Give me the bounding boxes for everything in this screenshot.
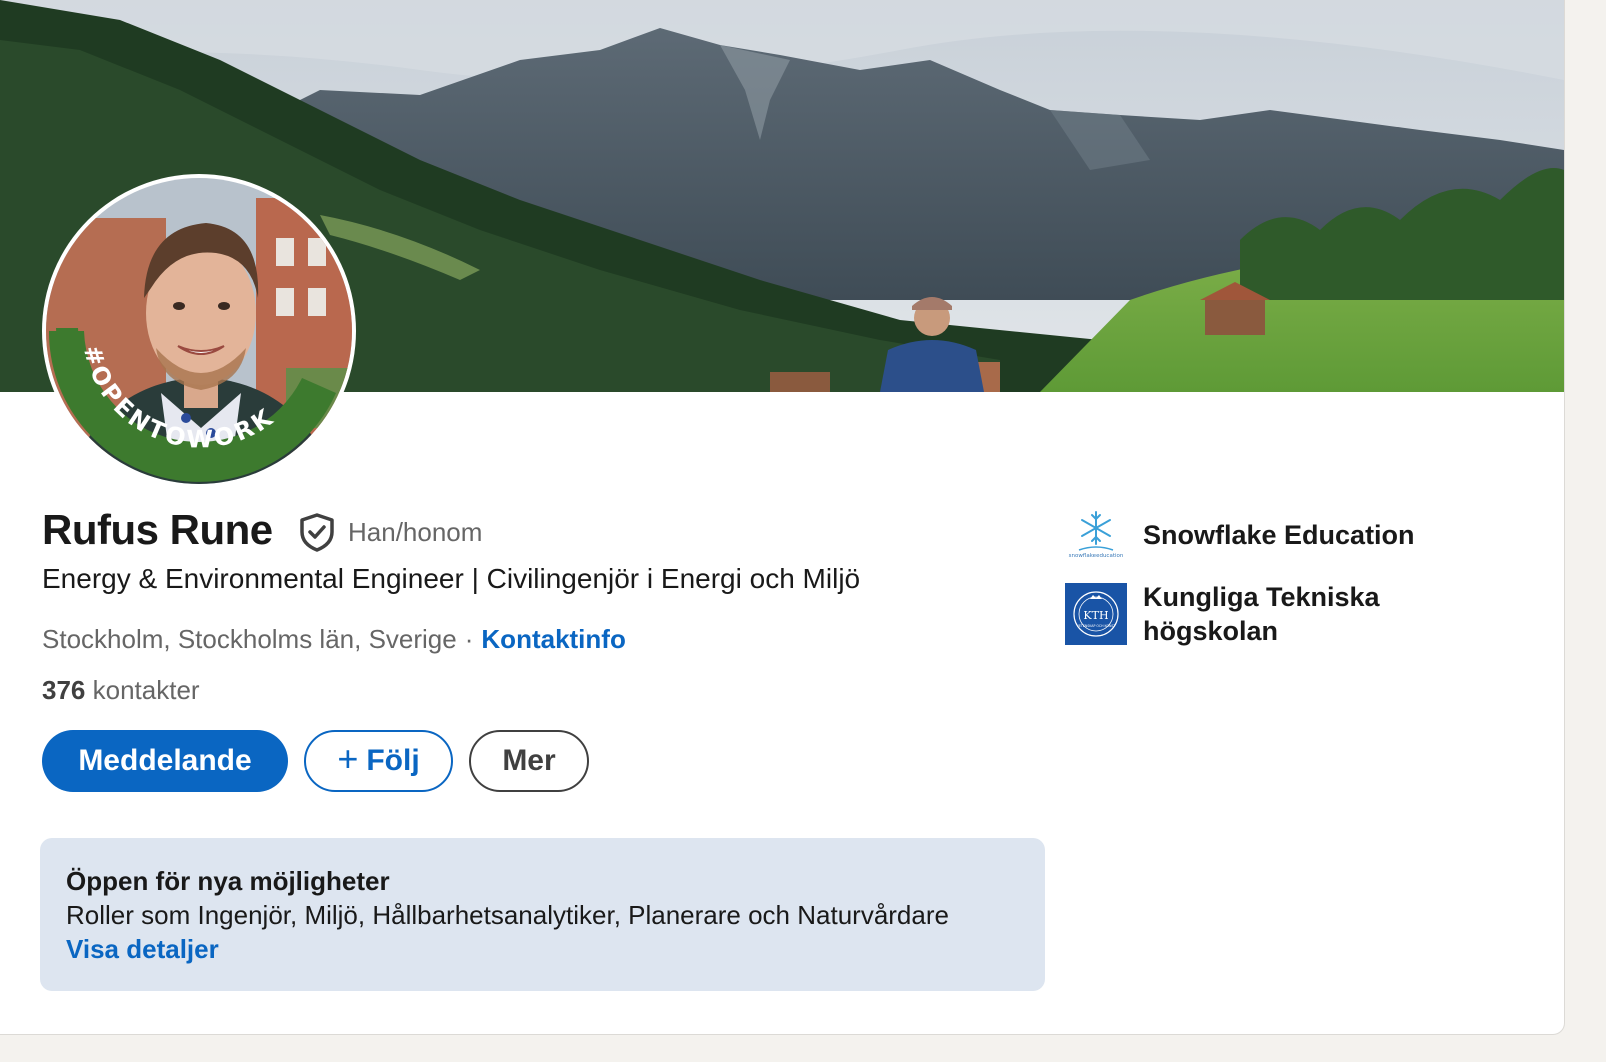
org-name: Snowflake Education [1143, 520, 1415, 550]
open-to-work-title: Öppen för nya möjligheter [66, 866, 390, 896]
more-button[interactable]: Mer [469, 730, 589, 792]
location-row: Stockholm, Stockholms län, Sverige · Konta… [42, 624, 626, 655]
contact-info-link[interactable]: Kontaktinfo [481, 624, 625, 654]
connections-count: 376 [42, 675, 86, 705]
org-snowflake-education[interactable]: snowflakeeducation Snowflake Education [1065, 504, 1415, 566]
profile-name: Rufus Rune [42, 506, 273, 553]
snowflake-education-logo: snowflakeeducation [1065, 504, 1127, 566]
location: Stockholm, Stockholms län, Sverige [42, 624, 457, 654]
connections[interactable]: 376 kontakter [42, 675, 200, 706]
message-button[interactable]: Meddelande [42, 730, 288, 792]
org-name: Kungliga Tekniska högskolan [1143, 582, 1380, 646]
follow-button-label: Följ [366, 744, 420, 777]
message-button-label: Meddelande [78, 744, 252, 777]
profile-photo[interactable]: #OPENTOWORK [42, 174, 356, 488]
org-kth[interactable]: KTH VETENSKAP OCH KONST Kungliga Teknisk… [1065, 580, 1403, 648]
show-details-link[interactable]: Visa detaljer [66, 934, 219, 965]
follow-button[interactable]: + Följ [304, 730, 453, 792]
svg-text:VETENSKAP OCH KONST: VETENSKAP OCH KONST [1077, 624, 1116, 628]
profile-card: #OPENTOWORK Rufus Rune Han/honom Energy … [0, 0, 1565, 1035]
pronouns: Han/honom [348, 517, 483, 547]
headline: Energy & Environmental Engineer | Civili… [42, 563, 861, 594]
svg-text:KTH: KTH [1083, 609, 1108, 622]
plus-icon: + [337, 738, 359, 779]
connections-label: kontakter [92, 675, 200, 705]
open-to-work-roles: Roller som Ingenjör, Miljö, Hållbarhetsa… [66, 900, 949, 930]
verified-shield-icon[interactable] [298, 512, 336, 552]
svg-text:snowflakeeducation: snowflakeeducation [1069, 553, 1124, 559]
avatar: #OPENTOWORK [46, 178, 352, 484]
separator: · [464, 624, 474, 654]
more-button-label: Mer [502, 744, 556, 777]
open-to-work-card: Öppen för nya möjligheter Roller som Ing… [40, 838, 1045, 991]
kth-logo: KTH VETENSKAP OCH KONST [1065, 583, 1127, 645]
